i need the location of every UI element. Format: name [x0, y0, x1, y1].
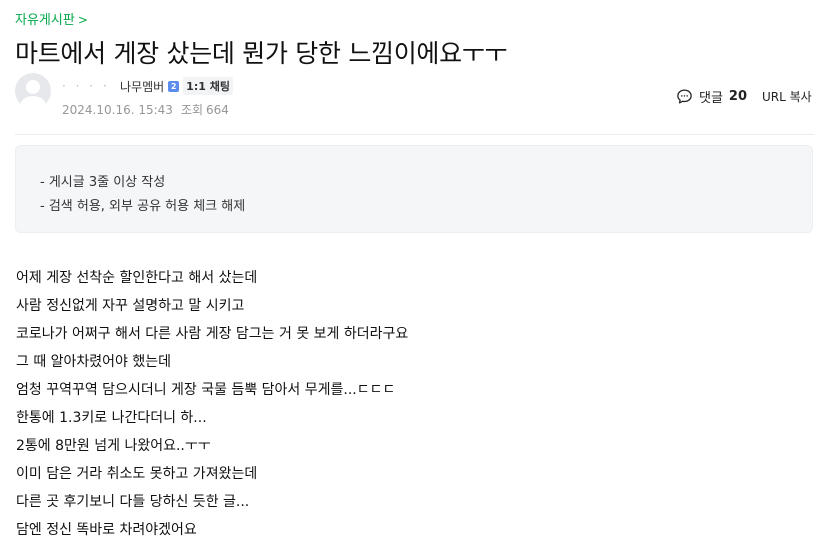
url-copy-button[interactable]: URL 복사: [762, 88, 812, 105]
body-line: 한통에 1.3키로 나간다더니 하...: [16, 410, 207, 426]
comments-button[interactable]: 댓글 20: [676, 87, 747, 106]
body-line: 코로나가 어쩌구 해서 다른 사람 게장 담그는 거 못 보게 하더라구요: [16, 326, 409, 342]
notice-line: - 게시글 3줄 이상 작성: [40, 175, 166, 190]
body-line: 엄청 꾸역꾸역 담으시더니 게장 국물 듬뿍 담아서 무게를...ㄷㄷㄷ: [16, 382, 396, 398]
views-count: 664: [206, 103, 229, 117]
body-line: 어제 게장 선착순 할인한다고 해서 샀는데: [16, 270, 258, 286]
post-body: 어제 게장 선착순 할인한다고 해서 샀는데 사람 정신없게 자꾸 설명하고 말…: [16, 266, 408, 546]
body-line: 사람 정신없게 자꾸 설명하고 말 시키고: [16, 298, 245, 314]
body-line: 이미 담은 거라 취소도 못하고 가져왔는데: [16, 466, 258, 482]
header-divider: [15, 134, 814, 135]
level-badge-icon: 2: [168, 80, 180, 92]
post-meta: 2024.10.16. 15:43 조회 664: [62, 101, 229, 118]
speech-bubble-icon: [677, 89, 692, 104]
body-line: 2통에 8만원 넘게 나왔어요..ㅜㅜ: [16, 438, 211, 454]
author-info: · · · · 나무멤버 2 1:1 채팅: [62, 77, 233, 95]
body-line: 담엔 정신 똑바로 차려야겠어요: [16, 522, 197, 538]
post-date: 2024.10.16. 15:43: [62, 103, 173, 117]
author-nickname[interactable]: · · · ·: [62, 79, 120, 93]
comments-count: 20: [728, 89, 748, 104]
author-grade: 나무멤버: [120, 79, 165, 94]
chevron-right-icon: >: [77, 13, 88, 27]
board-link[interactable]: 자유게시판 >: [15, 9, 88, 28]
post-title: 마트에서 게장 샀는데 뭔가 당한 느낌이에요ㅜㅜ: [15, 39, 508, 68]
chat-button[interactable]: 1:1 채팅: [183, 77, 233, 95]
notice-line: - 검색 허용, 외부 공유 허용 체크 해제: [40, 199, 246, 214]
views-label: 조회: [180, 103, 204, 117]
author-avatar[interactable]: [15, 73, 51, 109]
board-name: 자유게시판: [15, 13, 75, 28]
notice-box: - 게시글 3줄 이상 작성 - 검색 허용, 외부 공유 허용 체크 해제: [15, 145, 813, 233]
body-line: 그 때 알아차렸어야 했는데: [16, 354, 172, 370]
body-line: 다른 곳 후기보니 다들 당하신 듯한 글...: [16, 494, 250, 510]
default-profile-icon: [20, 80, 46, 109]
comments-label: 댓글: [699, 91, 723, 106]
